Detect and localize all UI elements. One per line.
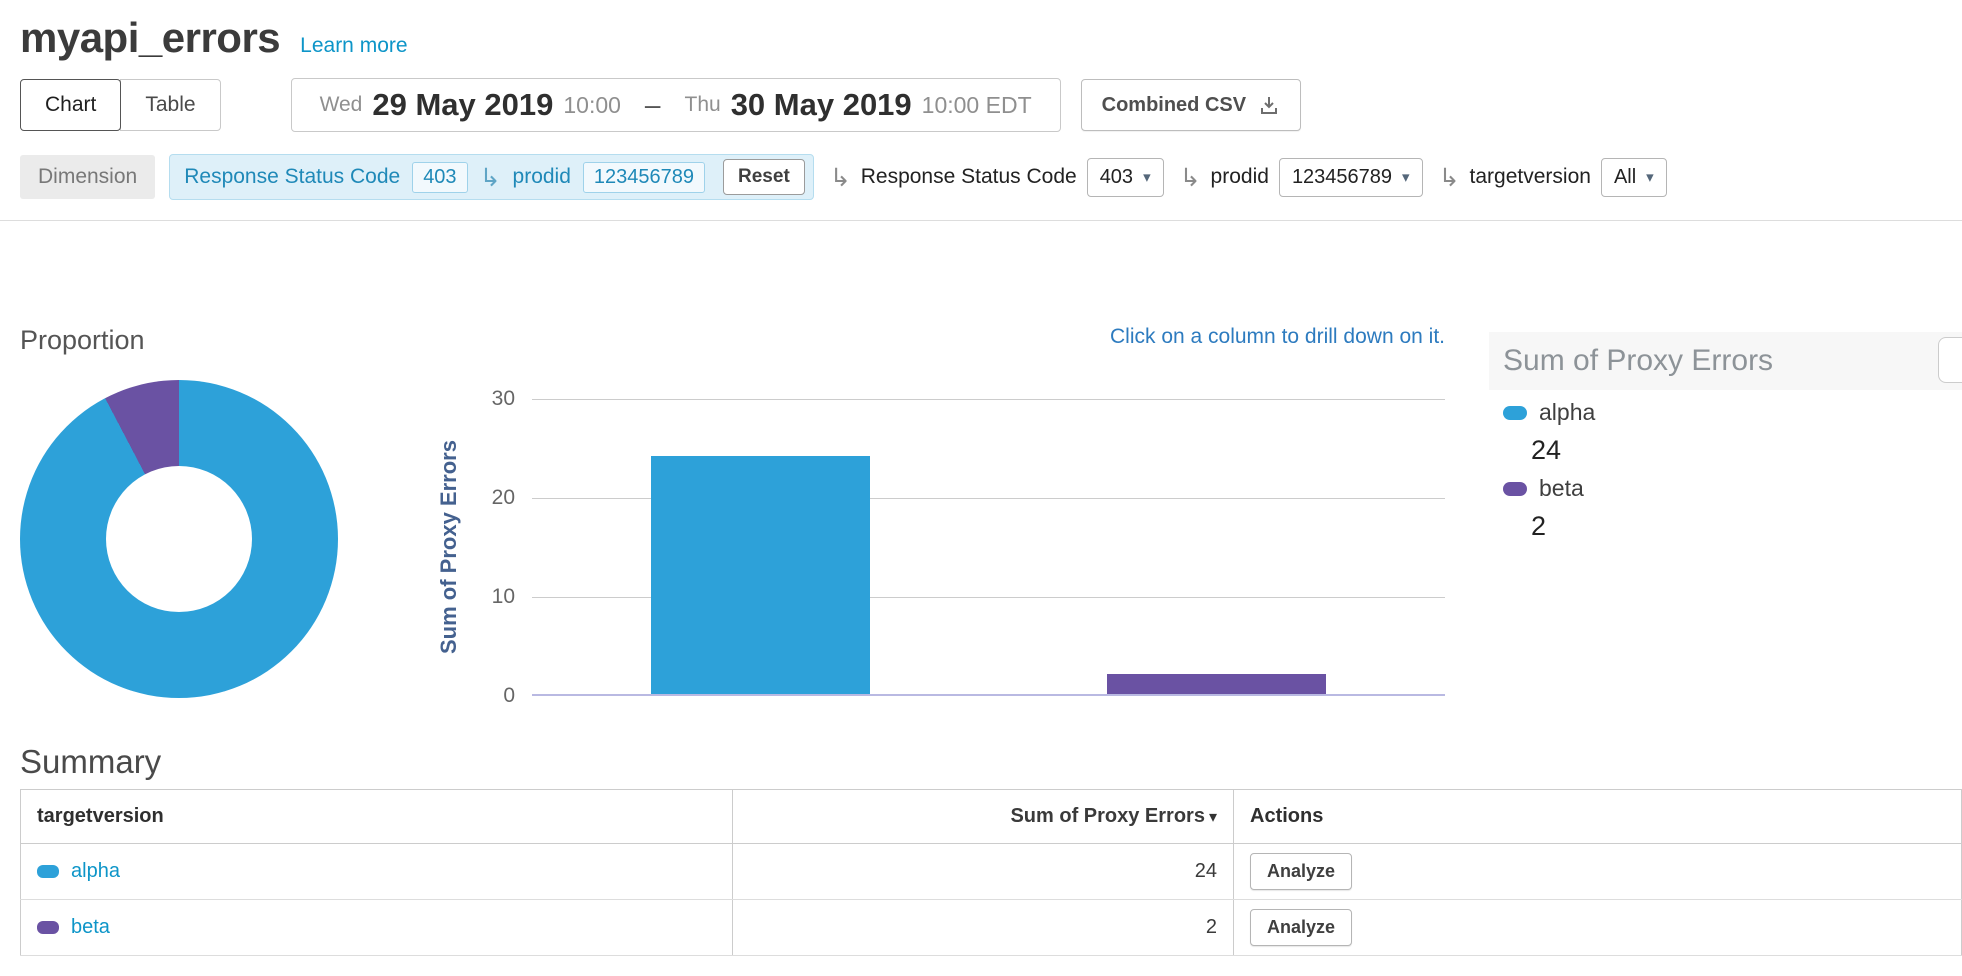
date-range-separator: –: [645, 89, 661, 121]
legend-item-beta[interactable]: beta: [1503, 475, 1584, 502]
reset-button[interactable]: Reset: [723, 159, 805, 195]
bar-alpha[interactable]: [651, 456, 870, 694]
filter-value: 123456789: [1292, 166, 1392, 189]
targetversion-cell: alpha: [21, 844, 733, 900]
dimension-label: Dimension: [20, 155, 155, 199]
drill-down-icon: ↳: [1180, 165, 1201, 190]
analyze-button[interactable]: Analyze: [1250, 909, 1352, 946]
drill-down-icon: ↳: [830, 165, 851, 190]
bar-chart-plot: [532, 399, 1445, 696]
drill-down-icon: ↳: [1439, 165, 1460, 190]
end-day: Thu: [685, 93, 721, 117]
legend-item-alpha[interactable]: alpha: [1503, 399, 1595, 426]
download-icon: [1258, 94, 1280, 116]
combined-csv-button[interactable]: Combined CSV: [1081, 79, 1301, 131]
filter-dropdown-targetversion[interactable]: All ▾: [1601, 158, 1667, 197]
sort-desc-icon: ▾: [1209, 809, 1217, 826]
summary-table: targetversion Sum of Proxy Errors▾ Actio…: [20, 789, 1962, 956]
actions-cell: Analyze: [1234, 844, 1962, 900]
date-range-picker[interactable]: Wed 29 May 2019 10:00 – Thu 30 May 2019 …: [291, 78, 1061, 132]
targetversion-link[interactable]: beta: [71, 916, 110, 938]
filter-breadcrumb: Response Status Code 403 ↳ prodid 123456…: [169, 154, 814, 200]
drill-hint-text: Click on a column to drill down on it.: [1110, 325, 1445, 349]
filter-value: All: [1614, 166, 1636, 189]
tab-chart[interactable]: Chart: [20, 79, 121, 131]
targetversion-link[interactable]: alpha: [71, 860, 120, 882]
drill-down-icon: ↳: [480, 165, 501, 190]
column-header-targetversion: targetversion: [21, 790, 733, 844]
legend-title: Sum of Proxy Errors: [1489, 332, 1962, 390]
panel-edge-handle[interactable]: [1938, 337, 1962, 383]
start-day: Wed: [320, 93, 363, 117]
table-row: alpha 24 Analyze: [21, 844, 1962, 900]
series-swatch-icon: [37, 921, 59, 934]
breadcrumb-dimension-name: Response Status Code: [184, 165, 400, 189]
filter-name: prodid: [1211, 165, 1269, 189]
gridline: [532, 399, 1445, 400]
breadcrumb-dimension-value[interactable]: 123456789: [583, 162, 705, 193]
y-axis-label: Sum of Proxy Errors: [436, 399, 462, 696]
report-page: myapi_errors Learn more Chart Table Wed …: [0, 0, 1962, 976]
filter-response-status-code: ↳ Response Status Code 403 ▾: [830, 158, 1164, 197]
donut-hole: [106, 466, 252, 612]
legend-swatch-icon: [1503, 406, 1527, 420]
legend-panel: Sum of Proxy Errors alpha 24 beta 2: [1489, 221, 1962, 743]
series-swatch-icon: [37, 865, 59, 878]
start-time: 10:00: [563, 92, 621, 119]
learn-more-link[interactable]: Learn more: [300, 34, 407, 58]
column-header-actions: Actions: [1234, 790, 1962, 844]
filter-dropdown-prodid[interactable]: 123456789 ▾: [1279, 158, 1423, 197]
legend-item-value: 24: [1531, 435, 1561, 466]
x-axis-baseline: [532, 694, 1445, 696]
bar-beta[interactable]: [1107, 674, 1326, 694]
filter-prodid: ↳ prodid 123456789 ▾: [1180, 158, 1423, 197]
legend-item-label: beta: [1539, 475, 1584, 502]
page-header: myapi_errors Learn more: [0, 0, 1962, 62]
view-toggle: Chart Table: [20, 79, 221, 131]
legend-item-label: alpha: [1539, 399, 1595, 426]
page-title: myapi_errors: [20, 14, 280, 62]
table-header-row: targetversion Sum of Proxy Errors▾ Actio…: [21, 790, 1962, 844]
filter-value: 403: [1100, 166, 1133, 189]
filter-dropdown-response-status-code[interactable]: 403 ▾: [1087, 158, 1164, 197]
analyze-button[interactable]: Analyze: [1250, 853, 1352, 890]
breadcrumb-dimension-name: prodid: [513, 165, 571, 189]
legend-swatch-icon: [1503, 482, 1527, 496]
start-date: 29 May 2019: [372, 87, 553, 123]
chevron-down-icon: ▾: [1646, 170, 1654, 185]
column-header-sum-of-proxy-errors[interactable]: Sum of Proxy Errors▾: [733, 790, 1234, 844]
summary-heading: Summary: [20, 743, 1962, 781]
y-tick-label: 20: [455, 486, 515, 510]
filter-name: Response Status Code: [861, 165, 1077, 189]
end-date: 30 May 2019: [731, 87, 912, 123]
chart-area: Proportion Click on a column to drill do…: [0, 221, 1962, 743]
value-cell: 2: [733, 900, 1234, 956]
filter-targetversion: ↳ targetversion All ▾: [1439, 158, 1667, 197]
y-tick-label: 10: [455, 585, 515, 609]
donut-chart[interactable]: [20, 380, 338, 698]
actions-cell: Analyze: [1234, 900, 1962, 956]
targetversion-cell: beta: [21, 900, 733, 956]
y-tick-label: 0: [455, 684, 515, 708]
breadcrumb-dimension-value[interactable]: 403: [412, 162, 467, 193]
toolbar: Chart Table Wed 29 May 2019 10:00 – Thu …: [20, 78, 1942, 132]
proportion-label: Proportion: [20, 325, 145, 356]
dimension-bar: Dimension Response Status Code 403 ↳ pro…: [20, 154, 1942, 200]
chevron-down-icon: ▾: [1402, 170, 1410, 185]
end-time: 10:00 EDT: [922, 92, 1032, 119]
y-tick-label: 30: [455, 387, 515, 411]
combined-csv-label: Combined CSV: [1102, 94, 1246, 117]
chevron-down-icon: ▾: [1143, 170, 1151, 185]
column-header-label: Sum of Proxy Errors: [1010, 805, 1205, 827]
value-cell: 24: [733, 844, 1234, 900]
legend-item-value: 2: [1531, 511, 1546, 542]
table-row: beta 2 Analyze: [21, 900, 1962, 956]
filter-name: targetversion: [1470, 165, 1591, 189]
tab-table[interactable]: Table: [120, 79, 220, 131]
